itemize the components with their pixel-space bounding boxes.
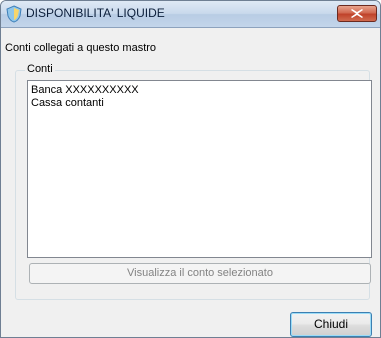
view-selected-account-button[interactable]: Visualizza il conto selezionato [29, 263, 371, 284]
linked-accounts-label: Conti collegati a questo mastro [5, 42, 157, 54]
list-item[interactable]: Cassa contanti [28, 97, 371, 110]
accounts-group-label: Conti [25, 63, 55, 75]
shield-app-icon [5, 5, 23, 23]
close-button[interactable]: Chiudi [290, 312, 372, 337]
title-bar[interactable]: DISPONIBILITA' LIQUIDE [1, 1, 380, 28]
list-item[interactable]: Banca XXXXXXXXXX [28, 84, 371, 97]
close-icon [351, 9, 363, 18]
accounts-listbox[interactable]: Banca XXXXXXXXXX Cassa contanti [27, 80, 372, 258]
dialog-window: DISPONIBILITA' LIQUIDE Conti collegati a… [0, 0, 381, 338]
window-title: DISPONIBILITA' LIQUIDE [26, 6, 165, 20]
close-window-button[interactable] [337, 5, 377, 22]
